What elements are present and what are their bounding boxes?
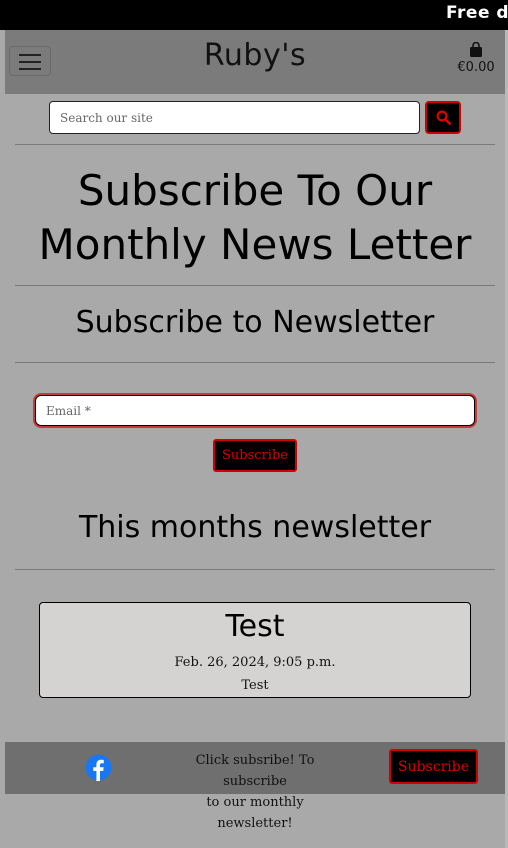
subscribe-heading: Subscribe to Newsletter — [75, 305, 435, 340]
announcement-banner: Free d — [0, 0, 508, 30]
shopping-bag-link[interactable]: €0.00 — [455, 42, 497, 75]
page-title: Subscribe To Our Monthly News Letter — [38, 166, 472, 269]
footer-text-line: to our monthly newsletter! — [206, 795, 304, 831]
divider — [15, 285, 495, 286]
shopping-bag-icon — [470, 42, 482, 57]
facebook-icon — [85, 754, 112, 781]
newsletter-heading: This months newsletter — [78, 510, 432, 545]
footer: Click subsribe! To subscribe to our mont… — [5, 742, 505, 831]
bag-total: €0.00 — [457, 60, 495, 75]
footer-subscribe-button[interactable]: Subscribe — [389, 749, 478, 784]
subscribe-button[interactable]: Subscribe — [213, 439, 297, 472]
facebook-link[interactable] — [85, 754, 112, 785]
footer-text-line: Click subsribe! To subscribe — [195, 753, 315, 789]
site-logo[interactable]: Ruby's — [5, 38, 505, 73]
newsletter-card: Test Feb. 26, 2024, 9:05 p.m. Test — [39, 602, 471, 698]
page: Ruby's €0.00 Subscribe To Our Monthly Ne… — [5, 30, 505, 848]
divider — [15, 362, 495, 363]
search-icon — [435, 110, 451, 125]
email-field[interactable] — [35, 395, 475, 426]
newsletter-title: Test — [225, 609, 285, 644]
search-input[interactable] — [49, 101, 420, 134]
banner-text: Free d — [446, 3, 508, 23]
divider — [15, 144, 495, 145]
footer-text: Click subsribe! To subscribe to our mont… — [175, 750, 335, 834]
newsletter-body: Test — [241, 678, 269, 693]
divider — [15, 569, 495, 570]
search-button[interactable] — [425, 101, 461, 134]
newsletter-date: Feb. 26, 2024, 9:05 p.m. — [174, 655, 336, 670]
navbar: Ruby's €0.00 — [5, 30, 505, 94]
